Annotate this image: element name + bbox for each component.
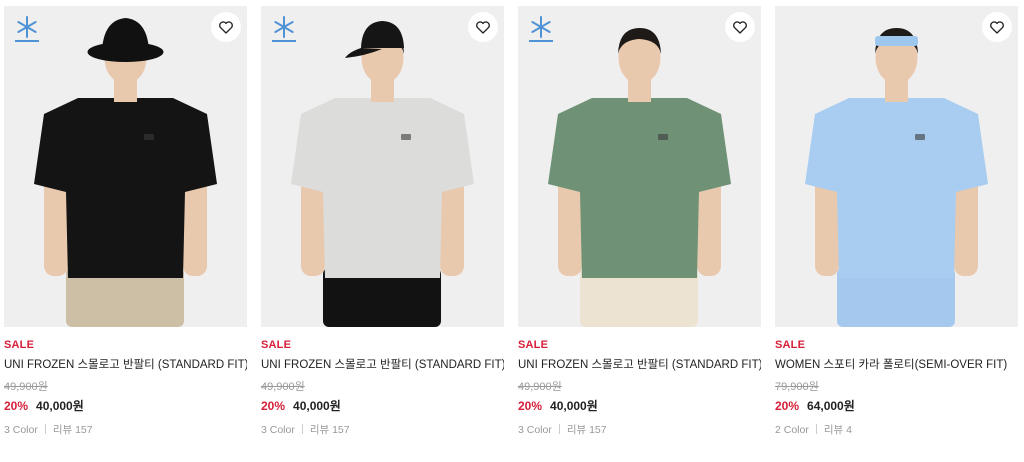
product-meta: 3 Color 리뷰 157 [261,424,504,437]
sale-price: 40,000원 [36,399,84,413]
product-name[interactable]: UNI FROZEN 스몰로고 반팔티 (STANDARD FIT) [4,358,247,372]
color-count: 3 Color [261,424,295,436]
divider [301,424,303,434]
discount-rate: 20% [4,399,29,413]
product-image[interactable] [518,6,761,327]
headband [875,36,918,46]
product-card[interactable]: SALE UNI FROZEN 스몰로고 반팔티 (STANDARD FIT) … [518,6,761,456]
product-info: SALE UNI FROZEN 스몰로고 반팔티 (STANDARD FIT) … [261,338,504,437]
divider [44,424,46,434]
sale-price: 40,000원 [293,399,341,413]
product-info: SALE UNI FROZEN 스몰로고 반팔티 (STANDARD FIT) … [4,338,247,437]
sale-price: 40,000원 [550,399,598,413]
wishlist-button[interactable] [725,12,755,42]
sale-label: SALE [4,339,35,351]
model-photo [34,18,217,327]
heart-outline-icon [990,21,1004,34]
snowflake-icon [529,16,553,42]
sale-price: 64,000원 [807,399,855,413]
model-photo [291,21,474,327]
product-info: SALE UNI FROZEN 스몰로고 반팔티 (STANDARD FIT) … [518,338,761,437]
wishlist-button[interactable] [211,12,241,42]
product-card[interactable]: SALE WOMEN 스포티 카라 폴로티(SEMI-OVER FIT) 79,… [775,6,1018,456]
sale-label: SALE [518,339,549,351]
review-count: 리뷰 4 [823,424,852,436]
review-count: 리뷰 157 [566,424,607,436]
heart-shape [219,21,233,34]
price-row: 20% 40,000원 [261,399,504,414]
product-image[interactable] [4,6,247,327]
snowflake-icon [272,16,296,42]
wishlist-button[interactable] [982,12,1012,42]
product-image[interactable] [775,6,1018,327]
wishlist-button[interactable] [468,12,498,42]
hat-brim [87,42,164,62]
model-photo [548,28,731,327]
sale-label: SALE [775,339,806,351]
product-meta: 3 Color 리뷰 157 [518,424,761,437]
original-price: 49,900원 [261,381,305,393]
heart-outline-icon [733,21,747,34]
heart-outline-icon [219,21,233,34]
original-price: 79,900원 [775,381,819,393]
chest-logo [144,134,154,140]
snowflake-icon [15,16,39,42]
color-count: 3 Color [4,424,38,436]
price-row: 20% 40,000원 [518,399,761,414]
sale-label: SALE [261,339,292,351]
chest-logo [658,134,668,140]
discount-rate: 20% [518,399,543,413]
product-name[interactable]: UNI FROZEN 스몰로고 반팔티 (STANDARD FIT) [518,358,761,372]
price-row: 20% 64,000원 [775,399,1018,414]
product-meta: 2 Color 리뷰 4 [775,424,1018,437]
divider [815,424,817,434]
heart-shape [476,21,490,34]
color-count: 2 Color [775,424,809,436]
discount-rate: 20% [775,399,800,413]
chest-logo [401,134,411,140]
product-grid: SALE UNI FROZEN 스몰로고 반팔티 (STANDARD FIT) … [4,6,1020,456]
product-info: SALE WOMEN 스포티 카라 폴로티(SEMI-OVER FIT) 79,… [775,338,1018,437]
heart-outline-icon [476,21,490,34]
baseball-cap [361,21,404,48]
product-meta: 3 Color 리뷰 157 [4,424,247,437]
original-price: 49,900원 [518,381,562,393]
original-price: 49,900원 [4,381,48,393]
product-name[interactable]: WOMEN 스포티 카라 폴로티(SEMI-OVER FIT) [775,358,1018,372]
product-card[interactable]: SALE UNI FROZEN 스몰로고 반팔티 (STANDARD FIT) … [4,6,247,456]
divider [558,424,560,434]
review-count: 리뷰 157 [52,424,93,436]
discount-rate: 20% [261,399,286,413]
product-card[interactable]: SALE UNI FROZEN 스몰로고 반팔티 (STANDARD FIT) … [261,6,504,456]
model-photo [805,28,988,327]
heart-shape [733,21,747,34]
heart-shape [990,21,1004,34]
review-count: 리뷰 157 [309,424,350,436]
color-count: 3 Color [518,424,552,436]
chest-logo [915,134,925,140]
product-image[interactable] [261,6,504,327]
product-name[interactable]: UNI FROZEN 스몰로고 반팔티 (STANDARD FIT) [261,358,504,372]
price-row: 20% 40,000원 [4,399,247,414]
